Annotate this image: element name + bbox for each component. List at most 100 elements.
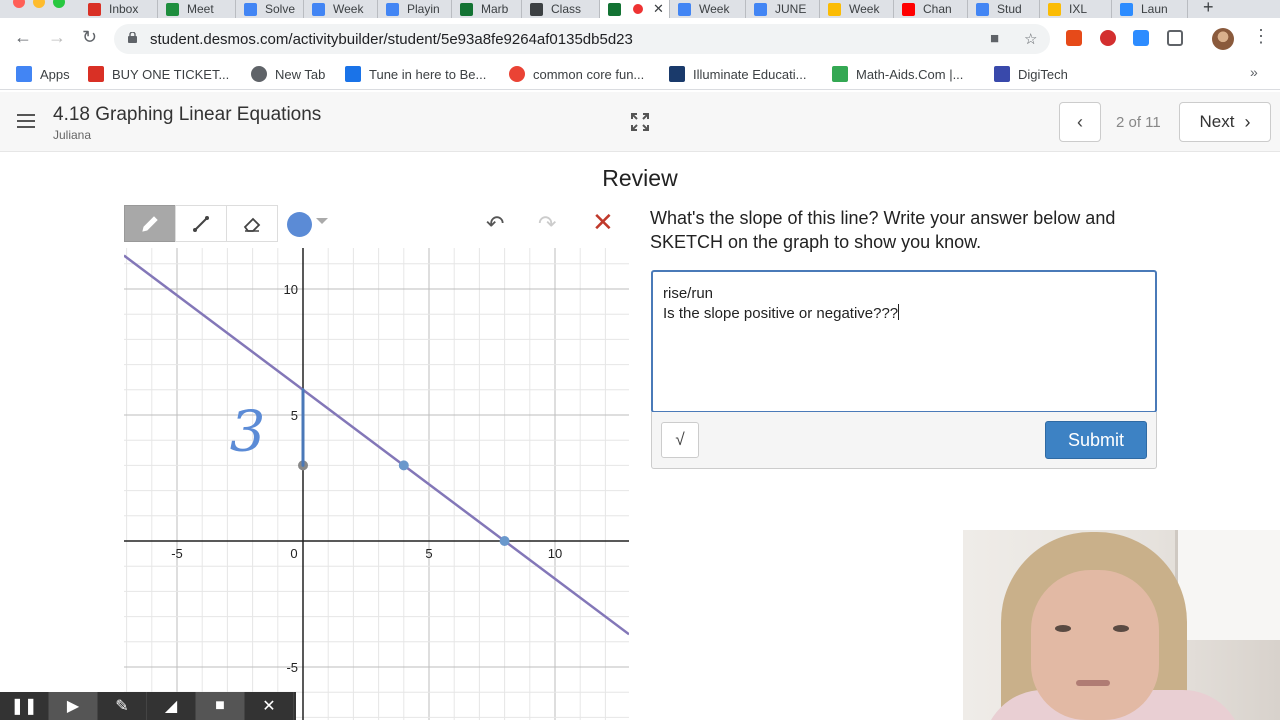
eraser-tool[interactable] (226, 205, 278, 242)
pen-icon[interactable]: ✎ (98, 692, 147, 720)
coordinate-graph[interactable]: -5 0 5 10 10 5 -5 3 (124, 248, 629, 720)
reload-icon[interactable]: ↻ (82, 27, 97, 48)
b-logo-icon (345, 66, 361, 82)
tab-favicon-icon (460, 2, 473, 16)
bookmark-item[interactable]: Tune in here to Be... (345, 66, 486, 82)
browser-tab[interactable]: Laun (1112, 0, 1188, 18)
google-icon (509, 66, 525, 82)
answer-footer: √ Submit (651, 412, 1157, 469)
browser-tab[interactable]: IXL (1040, 0, 1112, 18)
tab-title: Laun (1141, 2, 1168, 16)
tab-favicon-icon (902, 2, 915, 16)
tab-favicon-icon (678, 2, 691, 16)
browser-tab[interactable]: Solve (236, 0, 304, 18)
browser-tab[interactable]: JUNE (746, 0, 820, 18)
zoom-extension-icon[interactable] (1133, 30, 1149, 46)
color-picker[interactable] (287, 212, 312, 237)
browser-tab[interactable]: ✕ (600, 0, 670, 18)
browser-tab[interactable]: Meet (158, 0, 236, 18)
chevron-left-icon: ‹ (1077, 111, 1083, 132)
bookmarks-more-button[interactable]: » (1250, 64, 1258, 80)
bookmark-item[interactable]: Illuminate Educati... (669, 66, 806, 82)
line-tool[interactable] (175, 205, 227, 242)
pause-icon[interactable]: ❚❚ (0, 692, 49, 720)
tab-title: Meet (187, 2, 214, 16)
close-window-button[interactable] (13, 0, 25, 8)
y-tick-label: 5 (291, 408, 298, 423)
answer-input[interactable]: rise/run Is the slope positive or negati… (651, 270, 1157, 413)
close-icon[interactable]: ✕ (245, 692, 294, 720)
profile-avatar[interactable] (1212, 28, 1234, 50)
tab-title: Solve (265, 2, 296, 16)
highlighter-icon[interactable]: ◢ (147, 692, 196, 720)
stop-icon[interactable]: ■ (196, 692, 245, 720)
bookmark-item[interactable]: BUY ONE TICKET... (88, 66, 229, 82)
screen-title: Review (602, 165, 678, 191)
pencil-icon (142, 215, 158, 232)
browser-tab-strip: Inbox Meet Solve Week Playin Marb Class ✕ Week JU… (0, 0, 1280, 18)
tab-favicon-icon (244, 2, 257, 16)
browser-menu-icon[interactable]: ⋮ (1252, 26, 1270, 47)
tab-favicon-icon (312, 2, 325, 16)
screencastify-icon[interactable] (1100, 30, 1116, 46)
browser-tab[interactable]: Class (522, 0, 600, 18)
bookmark-label: BUY ONE TICKET... (112, 66, 230, 82)
bookmark-star-icon[interactable]: ☆ (1024, 30, 1037, 48)
fullscreen-icon[interactable] (630, 112, 650, 132)
graph-point (398, 460, 409, 471)
math-input-button[interactable]: √ (661, 422, 699, 458)
bookmark-item[interactable]: common core fun... (509, 66, 644, 82)
eraser-icon (243, 217, 261, 232)
undo-icon[interactable]: ↶ (486, 211, 504, 237)
browser-tab[interactable]: Week (304, 0, 378, 18)
extension-icon[interactable] (1066, 30, 1082, 46)
close-tab-icon[interactable]: ✕ (653, 1, 664, 17)
forward-arrow-icon[interactable]: → (48, 27, 66, 48)
bookmark-label: Apps (40, 66, 70, 82)
x-tick-label: 0 (290, 546, 297, 561)
bookmark-label: Illuminate Educati... (693, 66, 807, 82)
bookmark-label: New Tab (275, 66, 326, 82)
y-tick-label: -5 (286, 660, 298, 675)
url-text: student.desmos.com/activitybuilder/stude… (150, 31, 633, 48)
browser-tab[interactable]: Marb (452, 0, 522, 18)
browser-tab[interactable]: Playin (378, 0, 452, 18)
camera-icon[interactable]: ■ (990, 30, 999, 47)
x-tick-label: 5 (425, 546, 432, 561)
redo-icon[interactable]: ↷ (538, 211, 556, 237)
browser-tab[interactable]: Week (670, 0, 746, 18)
new-tab-button[interactable]: + (1203, 0, 1214, 18)
pencil-tool[interactable] (124, 205, 176, 242)
extensions-icon[interactable] (1167, 30, 1183, 46)
answer-line: rise/run (663, 285, 714, 302)
bookmark-item[interactable]: Apps (16, 66, 70, 82)
math-aids-icon (832, 66, 848, 82)
previous-screen-button[interactable]: ‹ (1059, 102, 1101, 142)
bookmark-item[interactable]: Math-Aids.Com |... (832, 66, 963, 82)
browser-tab[interactable]: Inbox (80, 0, 158, 18)
tab-favicon-icon (88, 2, 101, 16)
bookmark-item[interactable]: DigiTech (994, 66, 1068, 82)
browser-tab[interactable]: Chan (894, 0, 968, 18)
tab-favicon-icon (754, 2, 767, 16)
zoom-window-button[interactable] (53, 0, 65, 8)
line-icon (193, 215, 209, 232)
tab-favicon-icon (828, 2, 841, 16)
next-screen-button[interactable]: Next › (1179, 102, 1271, 142)
browser-tab[interactable]: Week (820, 0, 894, 18)
back-arrow-icon[interactable]: ← (14, 27, 32, 48)
menu-icon[interactable] (17, 114, 35, 128)
submit-button[interactable]: Submit (1045, 421, 1147, 459)
clear-sketch-icon[interactable]: ✕ (592, 207, 614, 238)
browser-tab[interactable]: Stud (968, 0, 1040, 18)
tab-title: JUNE (775, 2, 807, 16)
x-tick-label: -5 (171, 546, 183, 561)
tab-favicon-icon (1048, 2, 1061, 16)
minimize-window-button[interactable] (33, 0, 45, 8)
recording-control-bar: ❚❚ ▶ ✎ ◢ ■ ✕ (0, 692, 296, 720)
tab-title: Week (849, 2, 880, 16)
bookmark-item[interactable]: New Tab (251, 66, 325, 82)
chevron-down-icon[interactable] (316, 218, 328, 224)
play-icon[interactable]: ▶ (49, 692, 98, 720)
address-bar[interactable]: student.desmos.com/activitybuilder/stude… (114, 24, 1050, 54)
